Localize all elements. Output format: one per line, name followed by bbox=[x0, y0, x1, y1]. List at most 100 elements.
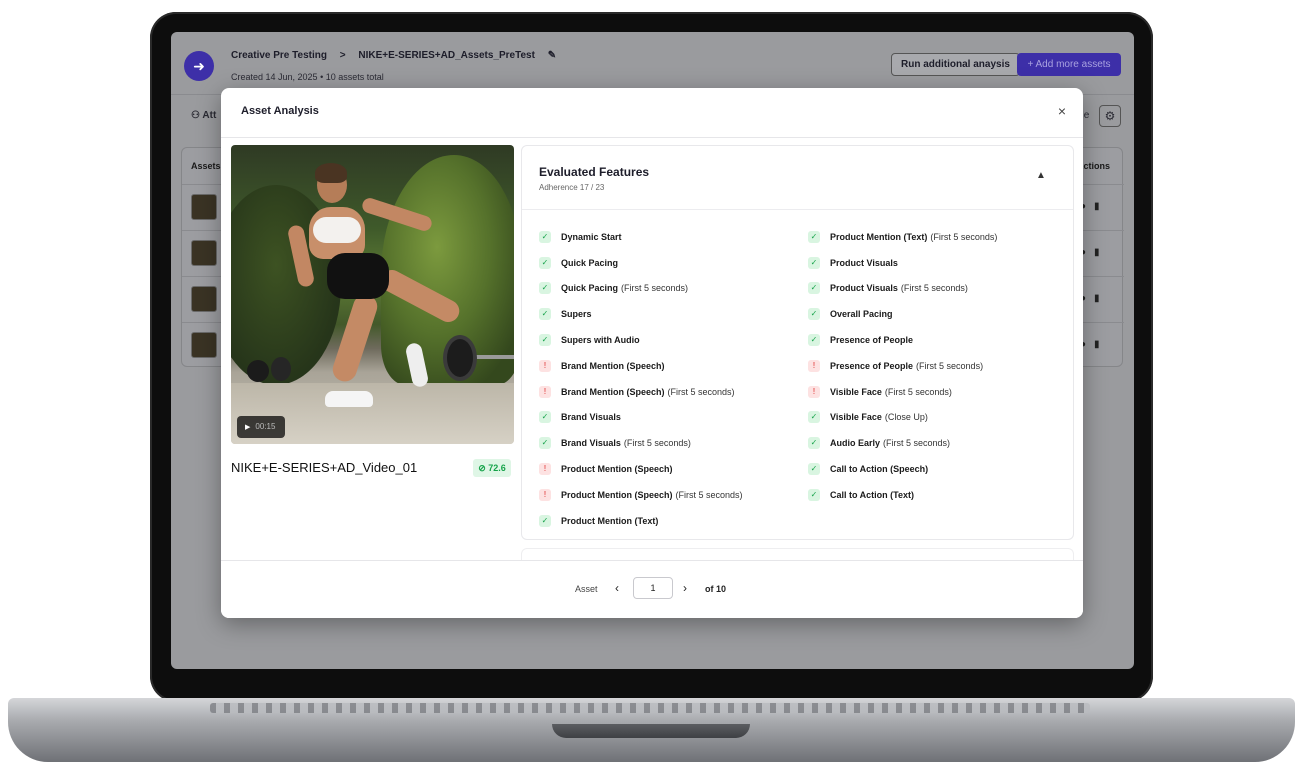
features-title: Evaluated Features bbox=[539, 165, 650, 179]
feature-item: ✓ Brand Visuals (First 5 seconds) bbox=[539, 430, 804, 456]
delete-trash-icon[interactable]: ▮ bbox=[1094, 247, 1108, 258]
column-header-assets: Assets bbox=[191, 161, 221, 171]
check-circle-icon: ✓ bbox=[808, 230, 820, 243]
feature-qualifier: (First 5 seconds) bbox=[883, 438, 951, 449]
feature-name: Product Visuals bbox=[830, 283, 898, 294]
feature-item: ✓ Call to Action (Speech) bbox=[808, 456, 1070, 482]
check-circle-icon: ✓ bbox=[539, 514, 551, 527]
breadcrumb-root[interactable]: Creative Pre Testing bbox=[231, 50, 327, 61]
video-scene-athlete bbox=[315, 163, 347, 183]
toolbar-filter-label[interactable]: ⚇ Att bbox=[191, 110, 216, 121]
feature-item: ! Product Mention (Speech) (First 5 second… bbox=[539, 482, 804, 508]
feature-name: Quick Pacing bbox=[561, 283, 619, 294]
add-more-assets-button[interactable]: + Add more assets bbox=[1017, 53, 1121, 76]
check-circle-icon: ⊘ bbox=[478, 463, 486, 473]
feature-item: ✓ Brand Visuals bbox=[539, 405, 804, 431]
feature-name: Dynamic Start bbox=[561, 231, 622, 242]
settings-gear-icon[interactable]: ⚙ bbox=[1099, 105, 1121, 127]
check-circle-icon: ✓ bbox=[808, 308, 820, 321]
feature-name: Supers bbox=[561, 309, 592, 320]
feature-name: Brand Visuals bbox=[561, 438, 621, 449]
check-circle-icon: ✓ bbox=[808, 463, 820, 476]
warning-triangle-icon: ! bbox=[539, 385, 551, 398]
feature-name: Product Mention (Text) bbox=[561, 515, 659, 526]
asset-page-input[interactable]: 1 bbox=[633, 577, 673, 599]
video-scene-kettlebell bbox=[247, 360, 269, 382]
score-badge: ⊘ 72.6 bbox=[473, 459, 511, 477]
row-actions: ●▮ bbox=[1080, 247, 1108, 258]
video-duration: 00:15 bbox=[255, 422, 276, 431]
run-additional-analysis-button[interactable]: Run additional anaysis bbox=[891, 53, 1020, 76]
feature-name: Visible Face bbox=[830, 386, 882, 397]
play-button[interactable]: ▶ 00:15 bbox=[237, 416, 285, 438]
feature-name: Overall Pacing bbox=[830, 309, 893, 320]
adherence-count: Adherence 17 / 23 bbox=[539, 183, 605, 192]
check-circle-icon: ✓ bbox=[539, 282, 551, 295]
modal-title: Asset Analysis bbox=[241, 105, 319, 117]
check-circle-icon: ✓ bbox=[539, 256, 551, 269]
feature-qualifier: (First 5 seconds) bbox=[930, 231, 998, 242]
feature-name: Presence of People bbox=[830, 335, 914, 346]
feature-qualifier: (First 5 seconds) bbox=[675, 489, 743, 500]
warning-triangle-icon: ! bbox=[808, 359, 820, 372]
close-icon[interactable]: × bbox=[1053, 102, 1071, 120]
pager-label: Asset bbox=[575, 584, 598, 594]
check-circle-icon: ✓ bbox=[808, 334, 820, 347]
delete-trash-icon[interactable]: ▮ bbox=[1094, 339, 1108, 350]
feature-item: ! Brand Mention (Speech) bbox=[539, 353, 804, 379]
feature-item: ✓ Call to Action (Text) bbox=[808, 482, 1070, 508]
row-actions: ●▮ bbox=[1080, 339, 1108, 350]
video-scene-athlete bbox=[325, 391, 373, 407]
check-circle-icon: ✓ bbox=[539, 308, 551, 321]
chevron-up-icon[interactable]: ▲ bbox=[1036, 170, 1046, 181]
feature-item: ✓ Product Mention (Text) bbox=[539, 508, 804, 534]
app-logo-avatar[interactable]: ➜ bbox=[184, 51, 214, 81]
video-scene-barbell-plate bbox=[443, 335, 477, 381]
check-circle-icon: ✓ bbox=[539, 437, 551, 450]
check-circle-icon: ✓ bbox=[808, 256, 820, 269]
check-circle-icon: ✓ bbox=[539, 334, 551, 347]
features-column-left: ✓ Dynamic Start ✓ Quick Pacing ✓ Quick Pacing… bbox=[539, 224, 804, 534]
feature-name: Product Visuals bbox=[830, 257, 898, 268]
video-scene-barbell-rod bbox=[471, 355, 514, 359]
delete-trash-icon[interactable]: ▮ bbox=[1094, 293, 1108, 304]
feature-name: Visible Face bbox=[830, 412, 882, 423]
feature-name: Brand Mention (Speech) bbox=[561, 360, 665, 371]
feature-qualifier: (First 5 seconds) bbox=[884, 386, 952, 397]
check-circle-icon: ✓ bbox=[808, 411, 820, 424]
feature-name: Product Mention (Text) bbox=[830, 231, 928, 242]
feature-name: Call to Action (Speech) bbox=[830, 464, 929, 475]
video-player[interactable]: ▶ 00:15 bbox=[231, 145, 514, 444]
breadcrumb-current: NIKE+E-SERIES+AD_Assets_PreTest bbox=[358, 50, 535, 61]
pager-total: of 10 bbox=[705, 584, 727, 594]
features-card-header[interactable]: Evaluated Features Adherence 17 / 23 ▲ bbox=[522, 146, 1073, 210]
feature-item: ✓ Quick Pacing (First 5 seconds) bbox=[539, 276, 804, 302]
edit-pencil-icon[interactable]: ✎ bbox=[548, 50, 556, 61]
app-header: ➜ Creative Pre Testing > NIKE+E-SERIES+A… bbox=[171, 32, 1134, 92]
filter-icon: ⚇ bbox=[191, 110, 200, 121]
feature-item: ✓ Supers with Audio bbox=[539, 327, 804, 353]
feature-qualifier: (First 5 seconds) bbox=[900, 283, 968, 294]
feature-item: ✓ Product Visuals (First 5 seconds) bbox=[808, 276, 1070, 302]
check-circle-icon: ✓ bbox=[808, 437, 820, 450]
check-circle-icon: ✓ bbox=[539, 411, 551, 424]
asset-thumbnail bbox=[191, 286, 217, 312]
keyboard-strip bbox=[210, 703, 1090, 713]
warning-triangle-icon: ! bbox=[539, 488, 551, 501]
feature-name: Quick Pacing bbox=[561, 257, 619, 268]
evaluated-features-card: Evaluated Features Adherence 17 / 23 ▲ ✓… bbox=[521, 145, 1074, 540]
breadcrumb-separator-icon: > bbox=[339, 50, 346, 61]
video-scene-athlete bbox=[327, 253, 389, 299]
feature-item: ✓ Overall Pacing bbox=[808, 301, 1070, 327]
feature-item: ! Presence of People (First 5 seconds) bbox=[808, 353, 1070, 379]
feature-item: ✓ Visible Face (Close Up) bbox=[808, 405, 1070, 431]
modal-footer: Asset ‹ 1 › of 10 bbox=[221, 560, 1083, 618]
delete-trash-icon[interactable]: ▮ bbox=[1094, 201, 1108, 212]
chevron-right-icon[interactable]: › bbox=[683, 581, 687, 595]
play-icon: ▶ bbox=[245, 424, 251, 431]
asset-thumbnail bbox=[191, 240, 217, 266]
check-circle-icon: ✓ bbox=[808, 282, 820, 295]
feature-qualifier: (First 5 seconds) bbox=[621, 283, 689, 294]
project-meta: Created 14 Jun, 2025 • 10 assets total bbox=[231, 72, 384, 82]
chevron-left-icon[interactable]: ‹ bbox=[615, 581, 619, 595]
